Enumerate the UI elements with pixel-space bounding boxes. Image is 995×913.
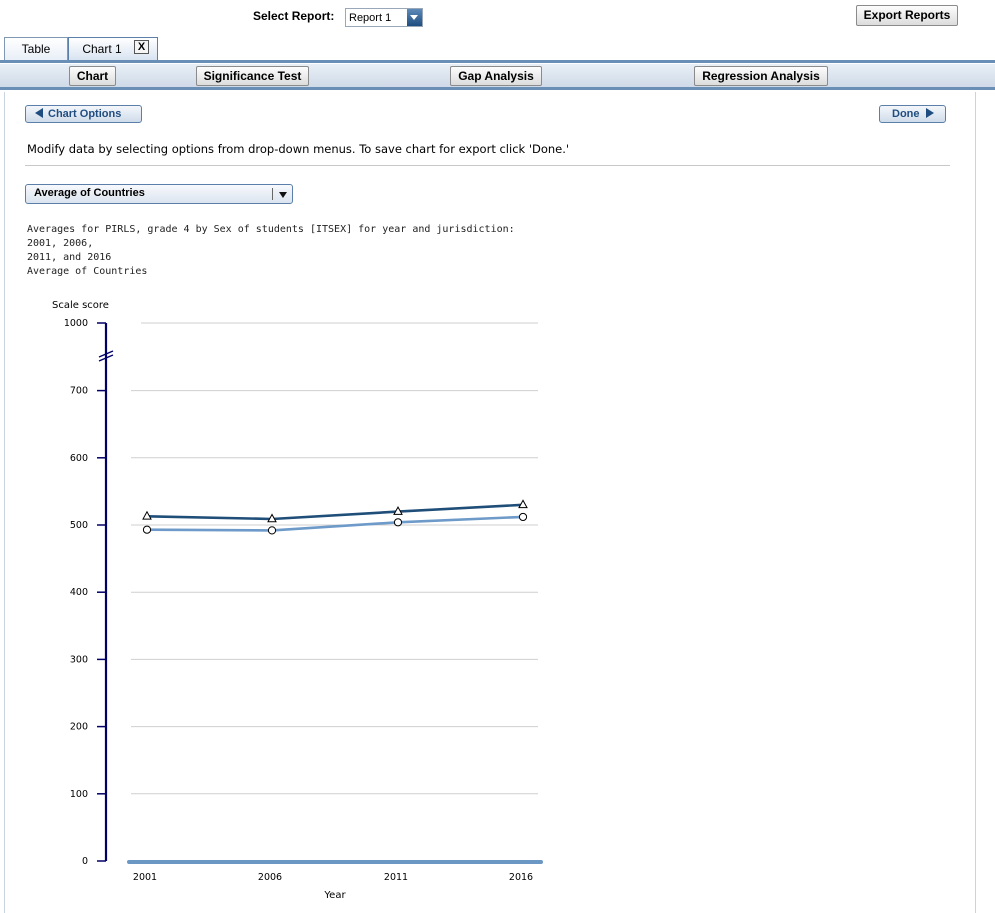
- jurisdiction-value: Average of Countries: [34, 187, 145, 199]
- description-line-1: Averages for PIRLS, grade 4 by Sex of st…: [27, 224, 515, 249]
- regression-analysis-button[interactable]: Regression Analysis: [694, 66, 828, 86]
- significance-test-button[interactable]: Significance Test: [196, 66, 309, 86]
- jurisdiction-dropdown[interactable]: Average of Countries: [25, 184, 293, 204]
- tab-chart-1-label: Chart 1: [82, 42, 122, 56]
- description-line-2: 2011, and 2016: [27, 252, 112, 263]
- chart-description: Averages for PIRLS, grade 4 by Sex of st…: [27, 223, 517, 279]
- select-report-label: Select Report:: [253, 9, 335, 23]
- select-report-dropdown[interactable]: Report 1: [345, 8, 423, 27]
- analysis-toolbar: Chart Significance Test Gap Analysis Reg…: [0, 64, 995, 90]
- instructions-text: Modify data by selecting options from dr…: [27, 142, 570, 156]
- export-reports-button[interactable]: Export Reports: [856, 5, 958, 26]
- done-button[interactable]: Done: [879, 105, 946, 123]
- chart-button[interactable]: Chart: [69, 66, 116, 86]
- gap-analysis-button[interactable]: Gap Analysis: [450, 66, 542, 86]
- chevron-down-icon[interactable]: [279, 192, 287, 198]
- description-line-3: Average of Countries: [27, 266, 148, 277]
- done-label: Done: [892, 108, 920, 120]
- close-tab-button[interactable]: X: [134, 40, 149, 54]
- select-report-value: Report 1: [349, 12, 392, 24]
- dropdown-separator: [272, 188, 273, 200]
- tab-divider: [0, 60, 995, 63]
- tab-table[interactable]: Table: [4, 37, 68, 61]
- chart-panel: [4, 92, 976, 913]
- divider: [25, 165, 950, 166]
- chevron-down-icon[interactable]: [407, 9, 422, 26]
- right-arrow-icon: [925, 108, 934, 118]
- chart-options-button[interactable]: Chart Options: [25, 105, 142, 123]
- chart-options-label: Chart Options: [48, 108, 122, 120]
- left-arrow-icon: [35, 108, 43, 118]
